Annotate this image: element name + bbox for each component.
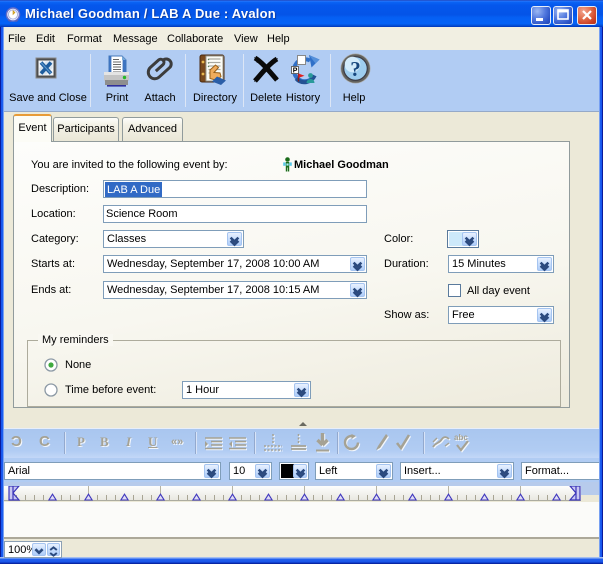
svg-text:abc: abc <box>454 433 468 442</box>
svg-text:?: ? <box>350 57 361 81</box>
svg-text:P: P <box>293 68 298 75</box>
